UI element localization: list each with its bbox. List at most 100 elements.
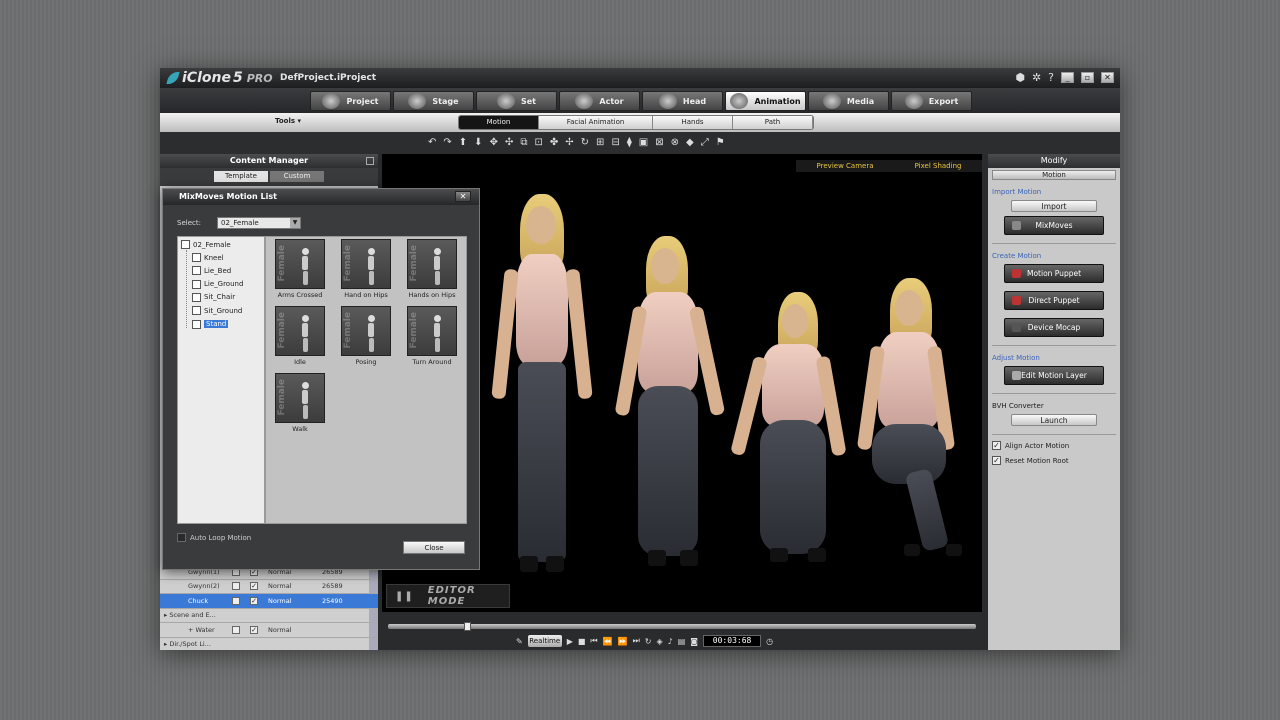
select-icon[interactable]: ⊡ xyxy=(534,137,542,148)
actor-figure[interactable] xyxy=(730,292,852,562)
dialog-close-icon[interactable]: ✕ xyxy=(455,191,471,202)
last-frame-icon[interactable]: ⏭ xyxy=(633,636,640,646)
align-actor-checkbox[interactable]: ✓ xyxy=(992,441,1001,450)
motion-thumbnail[interactable]: Female Arms Crossed xyxy=(274,239,326,301)
motion-thumbnail[interactable]: Female Posing xyxy=(340,306,392,368)
edit-motion-layer-button[interactable]: Edit Motion Layer xyxy=(1004,366,1104,385)
link-icon[interactable]: ⧫ xyxy=(627,137,632,148)
orbit-icon[interactable]: ↻ xyxy=(581,137,589,148)
auto-loop-option[interactable]: Auto Loop Motion xyxy=(177,533,251,542)
timeline-slider[interactable] xyxy=(388,622,976,631)
tab-project[interactable]: Project xyxy=(310,91,391,111)
actor-figure[interactable] xyxy=(856,278,972,558)
direct-puppet-button[interactable]: Direct Puppet xyxy=(1004,291,1104,310)
modify-select[interactable]: Motion xyxy=(992,170,1116,180)
audio-icon[interactable]: ♪ xyxy=(668,637,673,646)
tab-actor[interactable]: Actor xyxy=(559,91,640,111)
category-select[interactable]: 02_Female ▼ xyxy=(217,217,301,229)
help-icon[interactable]: ? xyxy=(1048,71,1054,84)
scene-row[interactable]: ▸ Scene and E... xyxy=(160,609,378,623)
lock-checkbox[interactable] xyxy=(232,596,240,605)
scale-icon[interactable]: ⧉ xyxy=(520,137,527,148)
motion-thumbnail[interactable]: Female Turn Around xyxy=(406,306,458,368)
launch-button[interactable]: Launch xyxy=(1011,414,1097,426)
timeline-knob[interactable] xyxy=(464,622,472,631)
keyframe-icon[interactable]: ◈ xyxy=(656,637,662,646)
close-window-button[interactable]: ✕ xyxy=(1101,72,1114,83)
timeline-icon[interactable]: ▤ xyxy=(678,637,686,646)
view-icon[interactable]: ▣ xyxy=(639,137,648,148)
flag-icon[interactable]: ⚑ xyxy=(716,137,725,148)
motion-puppet-button[interactable]: Motion Puppet xyxy=(1004,264,1104,283)
clock-icon[interactable]: ◷ xyxy=(766,637,773,646)
tab-head[interactable]: Head xyxy=(642,91,723,111)
motion-thumbnail[interactable]: Female Idle xyxy=(274,306,326,368)
record-icon[interactable]: ✎ xyxy=(516,637,523,646)
align-icon[interactable]: ⊟ xyxy=(611,137,619,148)
tab-export[interactable]: Export xyxy=(891,91,972,111)
grid-icon[interactable]: ⊠ xyxy=(655,137,663,148)
tree-root[interactable]: 02_Female xyxy=(181,240,231,249)
visible-checkbox[interactable]: ✓ xyxy=(250,582,258,591)
tab-animation[interactable]: Animation xyxy=(725,91,806,111)
scene-row[interactable]: Chuck ✓ Normal 25490 xyxy=(160,594,378,609)
tab-media[interactable]: Media xyxy=(808,91,889,111)
editor-mode-indicator[interactable]: ❚❚ EDITOR MODE xyxy=(386,584,510,608)
visible-checkbox[interactable]: ✓ xyxy=(250,625,258,634)
minimize-button[interactable]: _ xyxy=(1061,72,1074,83)
scene-row[interactable]: + Water ✓ Normal xyxy=(160,623,378,638)
tab-custom[interactable]: Custom xyxy=(270,171,324,182)
first-frame-icon[interactable]: ⏮ xyxy=(590,636,597,646)
collapse-icon[interactable] xyxy=(366,157,374,165)
device-mocap-button[interactable]: Device Mocap xyxy=(1004,318,1104,337)
move-down-icon[interactable]: ⬇ xyxy=(474,137,482,148)
motion-thumbnail[interactable]: Female Hands on Hips xyxy=(406,239,458,301)
scene-row[interactable]: ▸ Dir./Spot Li... xyxy=(160,638,378,651)
redo-icon[interactable]: ↷ xyxy=(443,137,451,148)
undo-icon[interactable]: ↶ xyxy=(428,137,436,148)
stop-icon[interactable]: ■ xyxy=(578,637,586,646)
plugin-icon[interactable]: ⬢ xyxy=(1015,71,1025,84)
move-up-icon[interactable]: ⬆ xyxy=(459,137,467,148)
wire-icon[interactable]: ⊗ xyxy=(671,137,679,148)
realtime-button[interactable]: Realtime xyxy=(527,635,562,647)
subtab-motion[interactable]: Motion xyxy=(459,116,539,129)
gear-icon[interactable]: ✲ xyxy=(1032,71,1041,84)
subtab-facial-animation[interactable]: Facial Animation xyxy=(539,116,653,129)
paint-icon[interactable]: ◆ xyxy=(686,137,694,148)
actor-figure[interactable] xyxy=(491,194,593,574)
camera-move-icon[interactable]: ✢ xyxy=(565,137,573,148)
tab-stage[interactable]: Stage xyxy=(393,91,474,111)
camera-dropdown[interactable]: Preview Camera xyxy=(817,162,874,170)
rotate-icon[interactable]: ✣ xyxy=(505,137,513,148)
align-actor-motion-option[interactable]: ✓ Align Actor Motion xyxy=(992,441,1120,450)
tree-item-kneel[interactable]: Kneel xyxy=(192,253,224,262)
motion-thumbnail[interactable]: Female Hand on Hips xyxy=(340,239,392,301)
tools-menu[interactable]: Tools ▾ xyxy=(275,117,301,125)
zoom-icon[interactable]: ⊞ xyxy=(596,137,604,148)
loop-icon[interactable]: ↻ xyxy=(645,637,652,646)
mixmoves-button[interactable]: MixMoves xyxy=(1004,216,1104,235)
scene-row[interactable]: Gwynn(2) ✓ Normal 26589 xyxy=(160,580,378,594)
import-button[interactable]: Import xyxy=(1011,200,1097,212)
reset-root-checkbox[interactable]: ✓ xyxy=(992,456,1001,465)
actor-figure[interactable] xyxy=(614,236,726,566)
reset-motion-root-option[interactable]: ✓ Reset Motion Root xyxy=(992,456,1120,465)
move-icon[interactable]: ✥ xyxy=(490,137,498,148)
play-icon[interactable]: ▶ xyxy=(567,637,573,646)
camera-icon[interactable]: ◙ xyxy=(690,637,698,646)
subtab-path[interactable]: Path xyxy=(733,116,813,129)
auto-loop-checkbox[interactable] xyxy=(177,533,186,542)
tree-item-stand[interactable]: Stand xyxy=(192,319,229,329)
measure-icon[interactable]: ⤢ xyxy=(701,137,709,148)
tree-item-sit-ground[interactable]: Sit_Ground xyxy=(192,306,242,316)
shading-dropdown[interactable]: Pixel Shading xyxy=(915,162,962,170)
visible-checkbox[interactable]: ✓ xyxy=(250,596,258,605)
prev-frame-icon[interactable]: ⏪ xyxy=(603,637,613,646)
tab-template[interactable]: Template xyxy=(214,171,268,182)
pan-icon[interactable]: ✤ xyxy=(550,137,558,148)
next-frame-icon[interactable]: ⏩ xyxy=(618,637,628,646)
subtab-hands[interactable]: Hands xyxy=(653,116,733,129)
maximize-button[interactable]: ▫ xyxy=(1081,72,1094,83)
chevron-down-icon[interactable]: ▼ xyxy=(290,218,300,228)
